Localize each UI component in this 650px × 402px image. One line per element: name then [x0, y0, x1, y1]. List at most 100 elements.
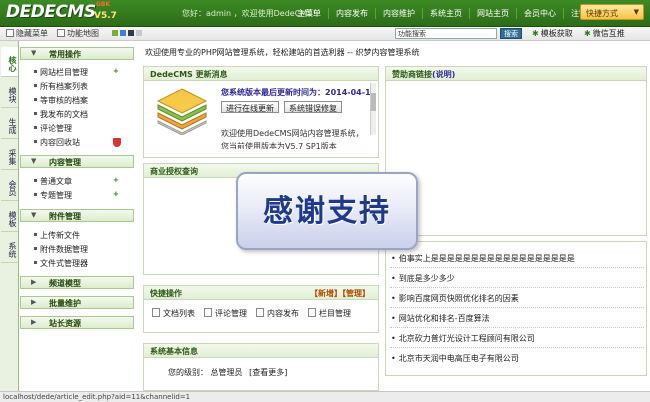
add-manage-links[interactable]: 【新增】【管理】 — [310, 288, 370, 299]
error-fix-button[interactable]: 系统错误修复 — [284, 101, 342, 113]
color-swatch-green[interactable] — [112, 30, 118, 36]
logo-text: DEDECMS — [6, 2, 96, 22]
panel-title-row: 快捷操作 【新增】【管理】 — [144, 286, 378, 300]
add-icon[interactable]: + — [113, 176, 121, 184]
version-badge: GBK — [96, 1, 111, 8]
nav-member-center[interactable]: 会员中心 — [516, 8, 563, 19]
add-icon[interactable]: + — [113, 190, 121, 198]
sidebar-menu: ▼ 常用操作 网站栏目管理 + 所有档案列表 等审核的档案 我发布的文档 评论管… — [20, 43, 134, 391]
function-search-input[interactable] — [395, 28, 497, 39]
quick-link-comments[interactable]: 评论管理 — [204, 308, 247, 319]
group-title: 内容管理 — [49, 158, 81, 167]
menu-icon — [6, 29, 14, 37]
news-item[interactable]: 网站优化和排名-百度算法 — [391, 313, 641, 324]
shield-icon — [113, 138, 121, 147]
panel-title: 系统基本信息 — [144, 344, 378, 358]
wechat-link[interactable]: ✱ 微信互推 — [584, 28, 625, 39]
tab-core[interactable]: 核心 — [1, 47, 18, 77]
sponsor-panel: 赞助商链接(说明) — [385, 66, 647, 236]
news-item[interactable]: 影响百度网页快照优化排名的因素 — [391, 293, 641, 304]
level-value: 总管理员 — [210, 368, 243, 377]
gear-icon: ✱ — [584, 29, 591, 38]
layers-icon — [156, 88, 208, 135]
sidebar-item-all-archives[interactable]: 所有档案列表 — [34, 81, 88, 92]
hide-menu-button[interactable]: 隐藏菜单 — [6, 28, 48, 39]
edit-icon — [256, 308, 264, 317]
folder-icon — [308, 308, 316, 317]
quick-link-publish[interactable]: 内容发布 — [256, 308, 299, 319]
chevron-right-icon: ▶ — [31, 298, 37, 306]
color-swatch-gray[interactable] — [136, 30, 142, 36]
news-item[interactable]: 伯事实上是是是是是是是是是是是是是是是是是是 — [391, 253, 641, 264]
function-map-button[interactable]: 功能地图 — [57, 28, 99, 39]
group-batch-maintain[interactable]: ▶ 批量维护 — [20, 296, 134, 309]
group-attachments[interactable]: ▼ 附件管理 — [20, 209, 134, 222]
news-item[interactable]: 北京砍力普灯光设计工程顾问有限公司 — [391, 333, 641, 344]
sidebar-item-recycle-bin[interactable]: 内容回收站 — [34, 137, 80, 148]
chevron-down-icon: ▼ — [31, 157, 37, 165]
tab-system[interactable]: 系统 — [1, 233, 18, 263]
level-row: 您的级别： 总管理员 [查看更多] — [168, 367, 287, 378]
quick-link-label: 评论管理 — [215, 309, 247, 318]
panel-title: DedeCMS 更新消息 — [144, 67, 378, 81]
group-channel-models[interactable]: ▶ 频道模型 — [20, 276, 134, 289]
news-item[interactable]: 到底是多少多少 — [391, 273, 641, 284]
quick-link-label: 内容发布 — [267, 309, 299, 318]
divider — [390, 347, 644, 348]
panel-title-row: 赞助商链接(说明) — [386, 67, 646, 81]
tab-module[interactable]: 模块 — [1, 78, 18, 108]
sidebar-item-pending-archives[interactable]: 等审核的档案 — [34, 95, 88, 106]
group-title: 批量维护 — [49, 299, 81, 308]
sidebar-item-articles[interactable]: 普通文章 — [34, 176, 72, 187]
panel-title: 快捷操作 — [150, 289, 182, 298]
tab-template[interactable]: 模板 — [1, 202, 18, 232]
group-webmaster-resources[interactable]: ▶ 站长资源 — [20, 316, 134, 329]
news-item[interactable]: 北京市天润中电高压电子有限公司 — [391, 353, 641, 364]
nav-main-menu[interactable]: 主菜单 — [290, 8, 328, 19]
sidebar-item-attachment-data[interactable]: 附件数据管理 — [34, 244, 88, 255]
update-text: 欢迎使用DedeCMS网站内容管理系统，您当前使用版本为V5.7 SP1版本 — [221, 129, 364, 149]
sidebar-item-my-documents[interactable]: 我发布的文档 — [34, 109, 88, 120]
sponsor-note-link[interactable]: (说明) — [432, 70, 455, 79]
online-update-button[interactable]: 进行在线更新 — [221, 101, 279, 113]
template-link[interactable]: ✱ 模板获取 — [532, 28, 573, 39]
sidebar-item-comments[interactable]: 评论管理 — [34, 123, 72, 134]
search-button[interactable]: 搜索 — [500, 28, 522, 39]
tab-generate[interactable]: 生成 — [1, 109, 18, 139]
sidebar-item-column-manage[interactable]: 网站栏目管理 — [34, 67, 88, 78]
intro-text: 欢迎使用专业的PHP网站管理系统，轻松建站的首选利器 -- 织梦内容管理系统 — [145, 48, 420, 57]
nav-system-home[interactable]: 系统主页 — [422, 8, 469, 19]
scrollbar[interactable] — [370, 83, 376, 135]
add-icon[interactable]: + — [113, 67, 121, 75]
news-panel: 伯事实上是是是是是是是是是是是是是是是是是是 到底是多少多少 影响百度网页快照优… — [385, 241, 647, 376]
tab-member[interactable]: 会员 — [1, 171, 18, 201]
quick-link-columns[interactable]: 栏目管理 — [308, 308, 351, 319]
quick-shortcut-dropdown[interactable]: 快捷方式 ▼ — [580, 4, 644, 20]
group-title: 常用操作 — [49, 50, 81, 59]
status-bar: localhost/dede/article_edit.php?aid=11&c… — [0, 391, 650, 402]
group-content-manage[interactable]: ▼ 内容管理 — [20, 155, 134, 168]
divider — [390, 307, 644, 308]
sidebar-item-upload-file[interactable]: 上传新文件 — [34, 230, 80, 241]
top-bar: DEDECMS GBK V5.7 您好：admin ，欢迎使用DedeCMS！ … — [0, 0, 650, 27]
sidebar-item-topics[interactable]: 专题管理 — [34, 190, 72, 201]
dedecms-logo[interactable]: DEDECMS GBK V5.7 — [6, 1, 117, 24]
quick-link-doc-list[interactable]: 文档列表 — [152, 308, 195, 319]
nav-site-home[interactable]: 网站主页 — [469, 8, 516, 19]
color-swatch-blue[interactable] — [120, 30, 126, 36]
sidebar-item-file-manager[interactable]: 文件式管理器 — [34, 258, 88, 269]
group-common-ops[interactable]: ▼ 常用操作 — [20, 47, 134, 60]
view-more-link[interactable]: [查看更多] — [249, 368, 287, 377]
quick-label: 快捷方式 — [586, 9, 618, 18]
gear-icon: ✱ — [532, 29, 539, 38]
quick-link-label: 栏目管理 — [319, 309, 351, 318]
tab-collect[interactable]: 采集 — [1, 140, 18, 170]
color-swatch-dark[interactable] — [128, 30, 134, 36]
update-headline: 您系统版本最后更新时间为：2014-04-15 — [221, 88, 377, 97]
thanks-overlay: 感谢支持 — [236, 172, 418, 250]
nav-content-publish[interactable]: 内容发布 — [328, 8, 375, 19]
panel-title: 赞助商链接 — [392, 70, 432, 79]
chevron-right-icon: ▶ — [31, 278, 37, 286]
nav-content-maintain[interactable]: 内容维护 — [375, 8, 422, 19]
chevron-right-icon: ▶ — [31, 318, 37, 326]
